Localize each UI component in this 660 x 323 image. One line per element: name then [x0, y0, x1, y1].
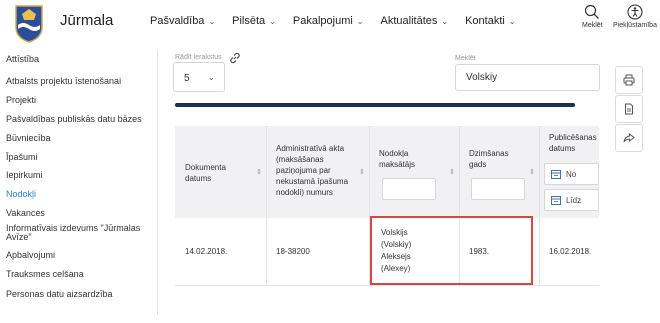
table-scroll-bar[interactable] — [175, 103, 575, 107]
chevron-down-icon: ⌄ — [269, 16, 276, 26]
sidebar-item-ipasumi[interactable]: Īpašumi — [6, 152, 38, 162]
link-icon[interactable] — [229, 52, 241, 64]
calendar-icon — [551, 196, 561, 205]
sidebar-item-vakances[interactable]: Vakances — [6, 208, 45, 218]
sidebar-item-datu-bazes[interactable]: Pašvaldības publiskās datu bāzes — [6, 114, 142, 124]
column-header-label: Dokumenta datums — [185, 163, 226, 183]
column-header-document-date[interactable]: Dokumenta datums ⇕ — [175, 126, 266, 218]
sidebar-item-attistiba[interactable]: Attīstība — [6, 54, 39, 64]
print-icon — [623, 74, 635, 86]
cell-publication-date: 16.02.2018. — [549, 247, 592, 256]
column-header-label: Nodokļa maksātājs — [379, 149, 416, 169]
nav-item-label: Pilsēta — [232, 15, 266, 27]
sidebar-item-personas-datu-aizsardziba[interactable]: Personas datu aizsardzība — [6, 289, 113, 299]
records-per-page-value: 5 — [184, 73, 190, 84]
sidebar-item-iepirkumi[interactable]: Iepirkumi — [6, 170, 43, 180]
search-field-label: Meklēt — [455, 55, 476, 62]
sidebar-item-projekti[interactable]: Projekti — [6, 95, 36, 105]
chevron-down-icon: ⌄ — [208, 16, 216, 26]
sidebar-item-apbalvojumi[interactable]: Apbalvojumi — [6, 250, 55, 260]
main-nav: Pašvaldība ⌄ Pilsēta ⌄ Pakalpojumi ⌄ Akt… — [150, 15, 516, 27]
share-button[interactable] — [615, 124, 643, 152]
cell-act-number: 18-38200 — [276, 247, 310, 256]
calendar-icon — [551, 170, 561, 179]
cell-document-date: 14.02.2018. — [185, 247, 228, 256]
column-header-birth-year[interactable]: Dzimšanas gads ⇕ — [459, 126, 539, 218]
chevron-down-icon: ⌄ — [441, 16, 449, 26]
sort-icon: ⇕ — [529, 169, 535, 176]
download-document-button[interactable] — [615, 95, 643, 123]
nav-item-pakalpojumi[interactable]: Pakalpojumi ⌄ — [293, 15, 364, 27]
share-icon — [623, 132, 635, 143]
nav-item-label: Pašvaldība — [150, 15, 205, 27]
chevron-down-icon: ⌄ — [508, 16, 516, 26]
publication-date-from-filter[interactable]: No — [544, 163, 599, 185]
search-icon — [585, 4, 600, 19]
table-search-input[interactable]: Volskiy — [455, 64, 600, 91]
sidebar-item-trauksmes-celsana[interactable]: Trauksmes celšana — [6, 269, 84, 279]
document-icon — [625, 103, 633, 115]
column-header-label: Publicēšanas datums — [549, 133, 597, 153]
nav-item-label: Aktualitātes — [380, 15, 438, 27]
header-search-button[interactable]: Meklēt — [582, 4, 603, 29]
nav-item-label: Kontakti — [465, 15, 505, 27]
highlight-box — [370, 216, 533, 285]
nav-item-pasvaldiba[interactable]: Pašvaldība ⌄ — [150, 15, 215, 27]
chevron-down-icon: ⌄ — [208, 73, 215, 82]
publication-date-to-filter[interactable]: Līdz — [544, 189, 599, 211]
site-header: Jūrmala Pašvaldība ⌄ Pilsēta ⌄ Pakalpoju… — [0, 0, 660, 50]
search-label: Meklēt — [582, 22, 603, 29]
column-header-label: Dzimšanas gads — [469, 149, 509, 169]
sidebar: Attīstība Atbalsts projektu īstenošanai … — [0, 50, 158, 315]
table-scroll-bar-fill — [175, 103, 575, 107]
nav-item-kontakti[interactable]: Kontakti ⌄ — [465, 15, 515, 27]
date-from-label: No — [566, 170, 577, 179]
jurmala-coat-of-arms-logo[interactable] — [14, 5, 44, 43]
sidebar-item-jurmalas-avize[interactable]: Informatīvais izdevums "Jūrmalas Avīze" — [6, 224, 156, 242]
sidebar-item-atbalsts-projektu[interactable]: Atbalsts projektu īstenošanai — [6, 76, 121, 86]
accessibility-icon — [627, 4, 643, 20]
birth-year-filter-input[interactable] — [471, 178, 525, 200]
records-per-page-select[interactable]: 5 ⌄ — [173, 62, 225, 92]
sort-icon: ⇕ — [359, 169, 365, 176]
chevron-down-icon: ⌄ — [356, 16, 364, 26]
nav-item-label: Pakalpojumi — [292, 15, 353, 27]
column-header-tax-payer[interactable]: Nodokļa maksātājs ⇕ — [369, 126, 459, 218]
print-button[interactable] — [615, 66, 643, 94]
accessibility-label: Piekļūstamība — [613, 22, 657, 29]
tax-payer-filter-input[interactable] — [382, 178, 436, 200]
nav-item-pilseta[interactable]: Pilsēta ⌄ — [232, 15, 276, 27]
sidebar-item-buvnieciba[interactable]: Būvniecība — [6, 133, 51, 143]
sort-icon: ⇕ — [256, 169, 262, 176]
nav-item-aktualitates[interactable]: Aktualitātes ⌄ — [381, 15, 449, 27]
sidebar-item-nodokli[interactable]: Nodokļi — [6, 189, 36, 199]
column-header-label: Administratīvā akta (maksāšanas paziņoju… — [276, 144, 349, 197]
date-to-label: Līdz — [566, 196, 582, 205]
sort-icon: ⇕ — [449, 169, 455, 176]
records-per-page-label: Rādīt ierakstus — [175, 54, 222, 61]
column-header-act-number[interactable]: Administratīvā akta (maksāšanas paziņoju… — [266, 126, 369, 218]
brand-name[interactable]: Jūrmala — [60, 12, 113, 29]
accessibility-button[interactable]: Piekļūstamība — [613, 4, 657, 29]
